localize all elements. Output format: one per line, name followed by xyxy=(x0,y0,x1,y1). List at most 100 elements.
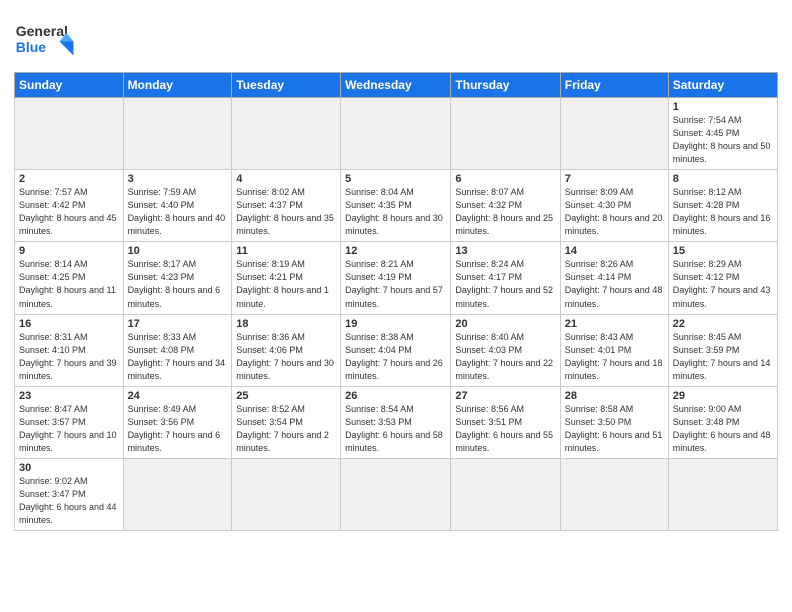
day-number: 13 xyxy=(455,245,555,257)
calendar-week-4: 23Sunrise: 8:47 AM Sunset: 3:57 PM Dayli… xyxy=(15,386,778,458)
day-number: 20 xyxy=(455,318,555,330)
day-number: 28 xyxy=(565,390,664,402)
day-number: 5 xyxy=(345,173,446,185)
day-number: 26 xyxy=(345,390,446,402)
day-header-wednesday: Wednesday xyxy=(341,73,451,98)
logo: General Blue xyxy=(14,16,84,66)
day-number: 22 xyxy=(673,318,773,330)
day-info: Sunrise: 8:47 AM Sunset: 3:57 PM Dayligh… xyxy=(19,403,119,455)
day-info: Sunrise: 8:58 AM Sunset: 3:50 PM Dayligh… xyxy=(565,403,664,455)
day-number: 19 xyxy=(345,318,446,330)
calendar-cell xyxy=(341,98,451,170)
page: General Blue SundayMondayTuesdayWednesda… xyxy=(0,0,792,612)
calendar-cell: 2Sunrise: 7:57 AM Sunset: 4:42 PM Daylig… xyxy=(15,170,124,242)
day-info: Sunrise: 9:00 AM Sunset: 3:48 PM Dayligh… xyxy=(673,403,773,455)
day-info: Sunrise: 8:54 AM Sunset: 3:53 PM Dayligh… xyxy=(345,403,446,455)
calendar-week-3: 16Sunrise: 8:31 AM Sunset: 4:10 PM Dayli… xyxy=(15,314,778,386)
day-info: Sunrise: 8:36 AM Sunset: 4:06 PM Dayligh… xyxy=(236,331,336,383)
day-number: 24 xyxy=(128,390,228,402)
calendar-cell: 24Sunrise: 8:49 AM Sunset: 3:56 PM Dayli… xyxy=(123,386,232,458)
calendar-cell xyxy=(668,458,777,530)
calendar-body: 1Sunrise: 7:54 AM Sunset: 4:45 PM Daylig… xyxy=(15,98,778,531)
day-number: 30 xyxy=(19,462,119,474)
calendar-week-2: 9Sunrise: 8:14 AM Sunset: 4:25 PM Daylig… xyxy=(15,242,778,314)
day-info: Sunrise: 8:14 AM Sunset: 4:25 PM Dayligh… xyxy=(19,258,119,310)
calendar-cell xyxy=(451,458,560,530)
day-info: Sunrise: 8:17 AM Sunset: 4:23 PM Dayligh… xyxy=(128,258,228,310)
calendar-cell: 27Sunrise: 8:56 AM Sunset: 3:51 PM Dayli… xyxy=(451,386,560,458)
day-number: 18 xyxy=(236,318,336,330)
day-number: 29 xyxy=(673,390,773,402)
calendar-cell: 17Sunrise: 8:33 AM Sunset: 4:08 PM Dayli… xyxy=(123,314,232,386)
calendar-cell xyxy=(123,458,232,530)
calendar-cell: 19Sunrise: 8:38 AM Sunset: 4:04 PM Dayli… xyxy=(341,314,451,386)
day-number: 17 xyxy=(128,318,228,330)
calendar-cell: 7Sunrise: 8:09 AM Sunset: 4:30 PM Daylig… xyxy=(560,170,668,242)
calendar-cell: 6Sunrise: 8:07 AM Sunset: 4:32 PM Daylig… xyxy=(451,170,560,242)
calendar-cell: 9Sunrise: 8:14 AM Sunset: 4:25 PM Daylig… xyxy=(15,242,124,314)
calendar-cell: 8Sunrise: 8:12 AM Sunset: 4:28 PM Daylig… xyxy=(668,170,777,242)
day-number: 11 xyxy=(236,245,336,257)
day-info: Sunrise: 8:38 AM Sunset: 4:04 PM Dayligh… xyxy=(345,331,446,383)
day-number: 4 xyxy=(236,173,336,185)
day-info: Sunrise: 8:49 AM Sunset: 3:56 PM Dayligh… xyxy=(128,403,228,455)
day-info: Sunrise: 8:56 AM Sunset: 3:51 PM Dayligh… xyxy=(455,403,555,455)
day-header-sunday: Sunday xyxy=(15,73,124,98)
day-number: 14 xyxy=(565,245,664,257)
calendar-cell: 13Sunrise: 8:24 AM Sunset: 4:17 PM Dayli… xyxy=(451,242,560,314)
day-info: Sunrise: 7:54 AM Sunset: 4:45 PM Dayligh… xyxy=(673,114,773,166)
day-info: Sunrise: 8:45 AM Sunset: 3:59 PM Dayligh… xyxy=(673,331,773,383)
calendar-cell: 14Sunrise: 8:26 AM Sunset: 4:14 PM Dayli… xyxy=(560,242,668,314)
day-number: 7 xyxy=(565,173,664,185)
calendar-cell: 22Sunrise: 8:45 AM Sunset: 3:59 PM Dayli… xyxy=(668,314,777,386)
calendar-cell xyxy=(232,98,341,170)
day-info: Sunrise: 8:21 AM Sunset: 4:19 PM Dayligh… xyxy=(345,258,446,310)
day-number: 23 xyxy=(19,390,119,402)
day-header-tuesday: Tuesday xyxy=(232,73,341,98)
day-number: 21 xyxy=(565,318,664,330)
calendar-cell: 21Sunrise: 8:43 AM Sunset: 4:01 PM Dayli… xyxy=(560,314,668,386)
day-info: Sunrise: 8:26 AM Sunset: 4:14 PM Dayligh… xyxy=(565,258,664,310)
day-header-thursday: Thursday xyxy=(451,73,560,98)
calendar-header: SundayMondayTuesdayWednesdayThursdayFrid… xyxy=(15,73,778,98)
calendar-cell: 16Sunrise: 8:31 AM Sunset: 4:10 PM Dayli… xyxy=(15,314,124,386)
calendar-cell xyxy=(123,98,232,170)
svg-text:General: General xyxy=(16,23,68,39)
calendar: SundayMondayTuesdayWednesdayThursdayFrid… xyxy=(14,72,778,531)
calendar-cell: 3Sunrise: 7:59 AM Sunset: 4:40 PM Daylig… xyxy=(123,170,232,242)
day-info: Sunrise: 8:19 AM Sunset: 4:21 PM Dayligh… xyxy=(236,258,336,310)
day-number: 9 xyxy=(19,245,119,257)
day-info: Sunrise: 8:07 AM Sunset: 4:32 PM Dayligh… xyxy=(455,186,555,238)
day-info: Sunrise: 8:31 AM Sunset: 4:10 PM Dayligh… xyxy=(19,331,119,383)
calendar-week-1: 2Sunrise: 7:57 AM Sunset: 4:42 PM Daylig… xyxy=(15,170,778,242)
calendar-cell: 12Sunrise: 8:21 AM Sunset: 4:19 PM Dayli… xyxy=(341,242,451,314)
calendar-cell xyxy=(451,98,560,170)
day-info: Sunrise: 8:33 AM Sunset: 4:08 PM Dayligh… xyxy=(128,331,228,383)
calendar-cell: 28Sunrise: 8:58 AM Sunset: 3:50 PM Dayli… xyxy=(560,386,668,458)
calendar-cell: 29Sunrise: 9:00 AM Sunset: 3:48 PM Dayli… xyxy=(668,386,777,458)
day-info: Sunrise: 8:29 AM Sunset: 4:12 PM Dayligh… xyxy=(673,258,773,310)
calendar-cell xyxy=(560,98,668,170)
day-info: Sunrise: 8:12 AM Sunset: 4:28 PM Dayligh… xyxy=(673,186,773,238)
calendar-cell: 11Sunrise: 8:19 AM Sunset: 4:21 PM Dayli… xyxy=(232,242,341,314)
day-info: Sunrise: 7:57 AM Sunset: 4:42 PM Dayligh… xyxy=(19,186,119,238)
day-info: Sunrise: 8:40 AM Sunset: 4:03 PM Dayligh… xyxy=(455,331,555,383)
calendar-cell xyxy=(341,458,451,530)
calendar-header-row: SundayMondayTuesdayWednesdayThursdayFrid… xyxy=(15,73,778,98)
day-number: 16 xyxy=(19,318,119,330)
day-header-friday: Friday xyxy=(560,73,668,98)
calendar-cell: 15Sunrise: 8:29 AM Sunset: 4:12 PM Dayli… xyxy=(668,242,777,314)
calendar-cell: 30Sunrise: 9:02 AM Sunset: 3:47 PM Dayli… xyxy=(15,458,124,530)
calendar-cell: 1Sunrise: 7:54 AM Sunset: 4:45 PM Daylig… xyxy=(668,98,777,170)
day-header-saturday: Saturday xyxy=(668,73,777,98)
calendar-cell: 23Sunrise: 8:47 AM Sunset: 3:57 PM Dayli… xyxy=(15,386,124,458)
day-info: Sunrise: 7:59 AM Sunset: 4:40 PM Dayligh… xyxy=(128,186,228,238)
day-info: Sunrise: 8:04 AM Sunset: 4:35 PM Dayligh… xyxy=(345,186,446,238)
calendar-cell: 10Sunrise: 8:17 AM Sunset: 4:23 PM Dayli… xyxy=(123,242,232,314)
calendar-cell xyxy=(15,98,124,170)
header: General Blue xyxy=(14,10,778,66)
logo-svg: General Blue xyxy=(14,16,84,66)
calendar-week-0: 1Sunrise: 7:54 AM Sunset: 4:45 PM Daylig… xyxy=(15,98,778,170)
day-number: 12 xyxy=(345,245,446,257)
day-number: 1 xyxy=(673,101,773,113)
